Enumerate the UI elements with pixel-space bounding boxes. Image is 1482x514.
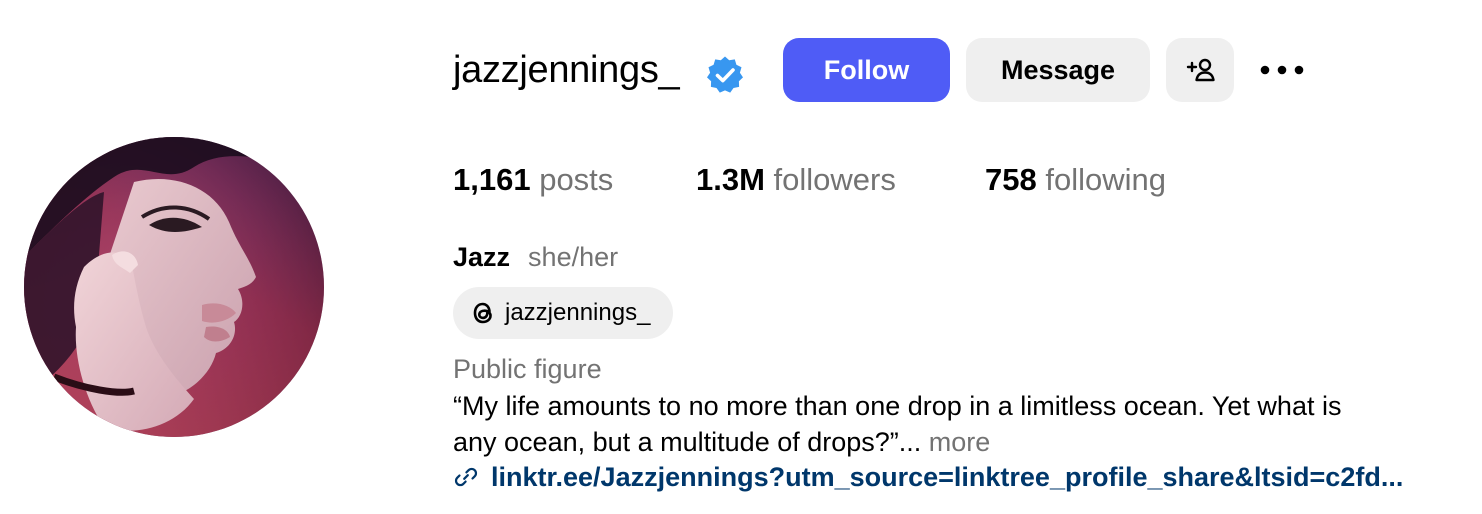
link-icon <box>453 464 479 490</box>
threads-icon <box>469 298 497 328</box>
profile-category: Public figure <box>453 354 602 384</box>
following-link[interactable]: 758 following <box>985 160 1166 200</box>
more-options-button[interactable] <box>1252 50 1312 90</box>
suggested-accounts-button[interactable] <box>1166 38 1234 102</box>
followers-label: followers <box>773 162 896 197</box>
following-number: 758 <box>985 162 1037 197</box>
bio-line-2: any ocean, but a multitude of drops?”... <box>453 427 922 457</box>
bio-line-1: “My life amounts to no more than one dro… <box>453 391 1342 421</box>
verified-badge-icon <box>707 56 743 93</box>
followers-link[interactable]: 1.3M followers <box>696 160 896 200</box>
profile-avatar[interactable] <box>24 137 324 437</box>
posts-label: posts <box>539 162 614 197</box>
followers-number: 1.3M <box>696 162 765 197</box>
name-row: Jazz she/her <box>453 240 618 274</box>
add-person-icon <box>1186 58 1215 82</box>
posts-count: 1,161 posts <box>453 160 613 200</box>
follow-button[interactable]: Follow <box>783 38 950 102</box>
external-link-text: linktr.ee/Jazzjennings?utm_source=linktr… <box>491 461 1404 492</box>
following-label: following <box>1045 162 1166 197</box>
message-button[interactable]: Message <box>966 38 1150 102</box>
posts-number: 1,161 <box>453 162 531 197</box>
threads-badge-link[interactable]: jazzjennings_ <box>453 287 673 339</box>
threads-handle: jazzjennings_ <box>505 299 651 326</box>
profile-bio: “My life amounts to no more than one dro… <box>453 388 1463 460</box>
more-options-icon <box>1260 65 1304 75</box>
display-name: Jazz <box>453 242 511 272</box>
external-link[interactable]: linktr.ee/Jazzjennings?utm_source=linktr… <box>453 459 1457 495</box>
avatar-photo <box>24 137 324 437</box>
pronouns: she/her <box>528 242 619 272</box>
profile-username: jazzjennings_ <box>453 49 680 91</box>
bio-more-button[interactable]: more <box>929 427 991 457</box>
